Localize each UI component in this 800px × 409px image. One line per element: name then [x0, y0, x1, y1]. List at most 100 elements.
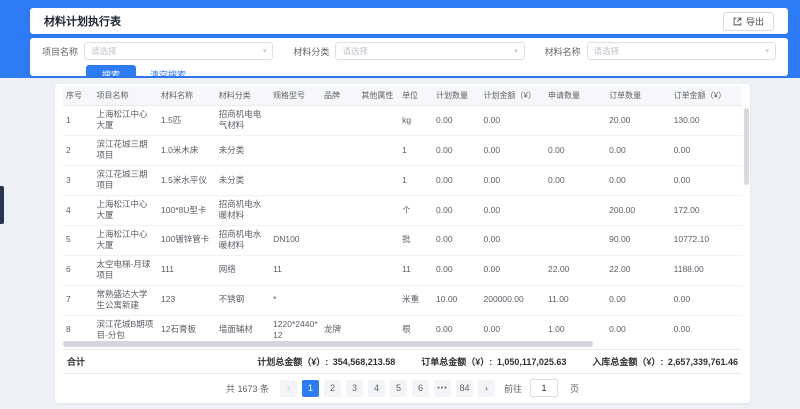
select-placeholder: 请选择	[342, 45, 368, 57]
table-cell: 滨江花城B期项目-分包	[94, 315, 159, 339]
column-header: 项目名称	[94, 86, 159, 106]
table-cell: 太空电梯-月球项目	[94, 255, 159, 285]
table-cell	[321, 255, 358, 285]
table-cell: 未分类	[216, 165, 270, 195]
table-cell: 批	[399, 225, 433, 255]
table-row[interactable]: 8滨江花城B期项目-分包12石膏板墙面辅材1220*2440*12龙牌根0.00…	[63, 315, 742, 339]
table-cell: 11	[270, 255, 321, 285]
table-cell: 未分类	[216, 135, 270, 165]
horizontal-scrollbar-thumb[interactable]	[63, 341, 593, 347]
export-button[interactable]: 导出	[723, 12, 774, 31]
clear-search-button[interactable]: 清空搜索	[150, 68, 186, 76]
table-row[interactable]: 1上海松江中心大厦1.5匹招商机电电气材料kg0.000.0020.00130.…	[63, 106, 742, 136]
page-button[interactable]: 2	[324, 380, 341, 397]
page-button[interactable]: 5	[390, 380, 407, 397]
table-panel: 序号项目名称材料名称材料分类规格型号品牌其他属性单位计划数量计划金额（¥）申请数…	[55, 84, 750, 403]
goto-page-label: 前往	[504, 382, 522, 395]
order-total: 订单总金额（¥）: 1,050,117,025.63	[421, 355, 566, 368]
table-cell: 米重	[399, 285, 433, 315]
column-header: 材料名称	[158, 86, 216, 106]
material-category-select[interactable]: 请选择 ▾	[335, 42, 524, 60]
table-cell: *	[270, 285, 321, 315]
table-cell	[270, 165, 321, 195]
search-button[interactable]: 搜索	[86, 65, 136, 76]
inbound-total: 入库总金额（¥）: 2,657,339,761.46	[592, 355, 738, 368]
table-cell: 墙面辅材	[216, 315, 270, 339]
vertical-scrollbar[interactable]	[744, 108, 749, 323]
table-cell: 1	[399, 165, 433, 195]
vertical-scrollbar-thumb[interactable]	[744, 108, 749, 185]
table-cell	[358, 315, 399, 339]
table-cell	[358, 165, 399, 195]
table-cell: 3	[63, 165, 94, 195]
goto-page-input[interactable]	[530, 379, 558, 397]
table-cell: 滨江花城三期项目	[94, 165, 159, 195]
pagination-ellipsis[interactable]: •••	[434, 380, 451, 397]
table-cell: 22.00	[606, 255, 671, 285]
table-cell: 5	[63, 225, 94, 255]
project-name-select[interactable]: 请选择 ▾	[84, 42, 273, 60]
table-cell: DN100	[270, 225, 321, 255]
table-cell	[358, 195, 399, 225]
pagination: 共 1673 条 ‹ 123456•••84 › 前往 页	[63, 374, 742, 403]
table-row[interactable]: 6太空电梯-月球项目111网络11110.000.0022.0022.00118…	[63, 255, 742, 285]
table-header-row: 序号项目名称材料名称材料分类规格型号品牌其他属性单位计划数量计划金额（¥）申请数…	[63, 86, 742, 106]
table-row[interactable]: 2滨江花城三期项目1.0米木床未分类10.000.000.000.000.00	[63, 135, 742, 165]
table-row[interactable]: 7常熟盛达大学生公寓新建123不锈钢*米重10.00200000.0011.00…	[63, 285, 742, 315]
sidebar-indicator[interactable]	[0, 186, 4, 224]
column-header: 品牌	[321, 86, 358, 106]
table-cell: 上海松江中心大厦	[94, 225, 159, 255]
table-cell	[321, 106, 358, 136]
table-cell	[321, 135, 358, 165]
inbound-total-label: 入库总金额（¥）:	[592, 357, 663, 367]
page-button[interactable]: 6	[412, 380, 429, 397]
column-header: 其他属性	[358, 86, 399, 106]
page-button[interactable]: 1	[302, 380, 319, 397]
column-header: 单位	[399, 86, 433, 106]
table-cell	[321, 285, 358, 315]
select-placeholder: 请选择	[594, 45, 620, 57]
chevron-down-icon: ▾	[263, 48, 267, 55]
goto-page-suffix: 页	[570, 382, 579, 395]
table-cell: 0.00	[671, 165, 742, 195]
material-name-select[interactable]: 请选择 ▾	[587, 42, 776, 60]
table-cell: 根	[399, 315, 433, 339]
table-cell: 1.5匹	[158, 106, 216, 136]
prev-page-button[interactable]: ‹	[280, 380, 297, 397]
table-row[interactable]: 3滨江花城三期项目1.5米水平仪未分类10.000.000.000.000.00	[63, 165, 742, 195]
filter-group-material-name: 材料名称 请选择 ▾	[545, 42, 776, 60]
material-name-label: 材料名称	[545, 45, 581, 58]
table-cell: 1188.00	[671, 255, 742, 285]
table-cell: 0.00	[606, 285, 671, 315]
table-cell: 22.00	[545, 255, 606, 285]
table-cell: 130.00	[671, 106, 742, 136]
page-button[interactable]: 4	[368, 380, 385, 397]
column-header: 计划数量	[433, 86, 481, 106]
planned-total-value: 354,568,213.58	[333, 357, 396, 367]
table-cell: 100镀锌管卡	[158, 225, 216, 255]
column-header: 规格型号	[270, 86, 321, 106]
table-cell: 0.00	[433, 195, 481, 225]
table-row[interactable]: 4上海松江中心大厦100*8U型卡招商机电水暖材料个0.000.00200.00…	[63, 195, 742, 225]
table-cell: 11.00	[545, 285, 606, 315]
order-total-value: 1,050,117,025.63	[497, 357, 567, 367]
page-button[interactable]: 3	[346, 380, 363, 397]
export-label: 导出	[746, 15, 764, 28]
page-button[interactable]: 84	[456, 380, 473, 397]
table-row[interactable]: 5上海松江中心大厦100镀锌管卡招商机电水暖材料DN100批0.000.0090…	[63, 225, 742, 255]
table-cell	[545, 225, 606, 255]
table-cell: 10772.10	[671, 225, 742, 255]
table-cell	[545, 195, 606, 225]
table-cell: 1.00	[545, 315, 606, 339]
column-header: 序号	[63, 86, 94, 106]
table-scroll-area[interactable]: 序号项目名称材料名称材料分类规格型号品牌其他属性单位计划数量计划金额（¥）申请数…	[63, 86, 742, 339]
horizontal-scrollbar[interactable]	[63, 341, 742, 348]
table-cell	[321, 165, 358, 195]
table-cell: 4	[63, 195, 94, 225]
table-cell: 8	[63, 315, 94, 339]
next-page-button[interactable]: ›	[478, 380, 495, 397]
table-cell	[321, 225, 358, 255]
table-cell: 0.00	[433, 165, 481, 195]
column-header: 订单数量	[606, 86, 671, 106]
order-total-label: 订单总金额（¥）:	[421, 357, 492, 367]
